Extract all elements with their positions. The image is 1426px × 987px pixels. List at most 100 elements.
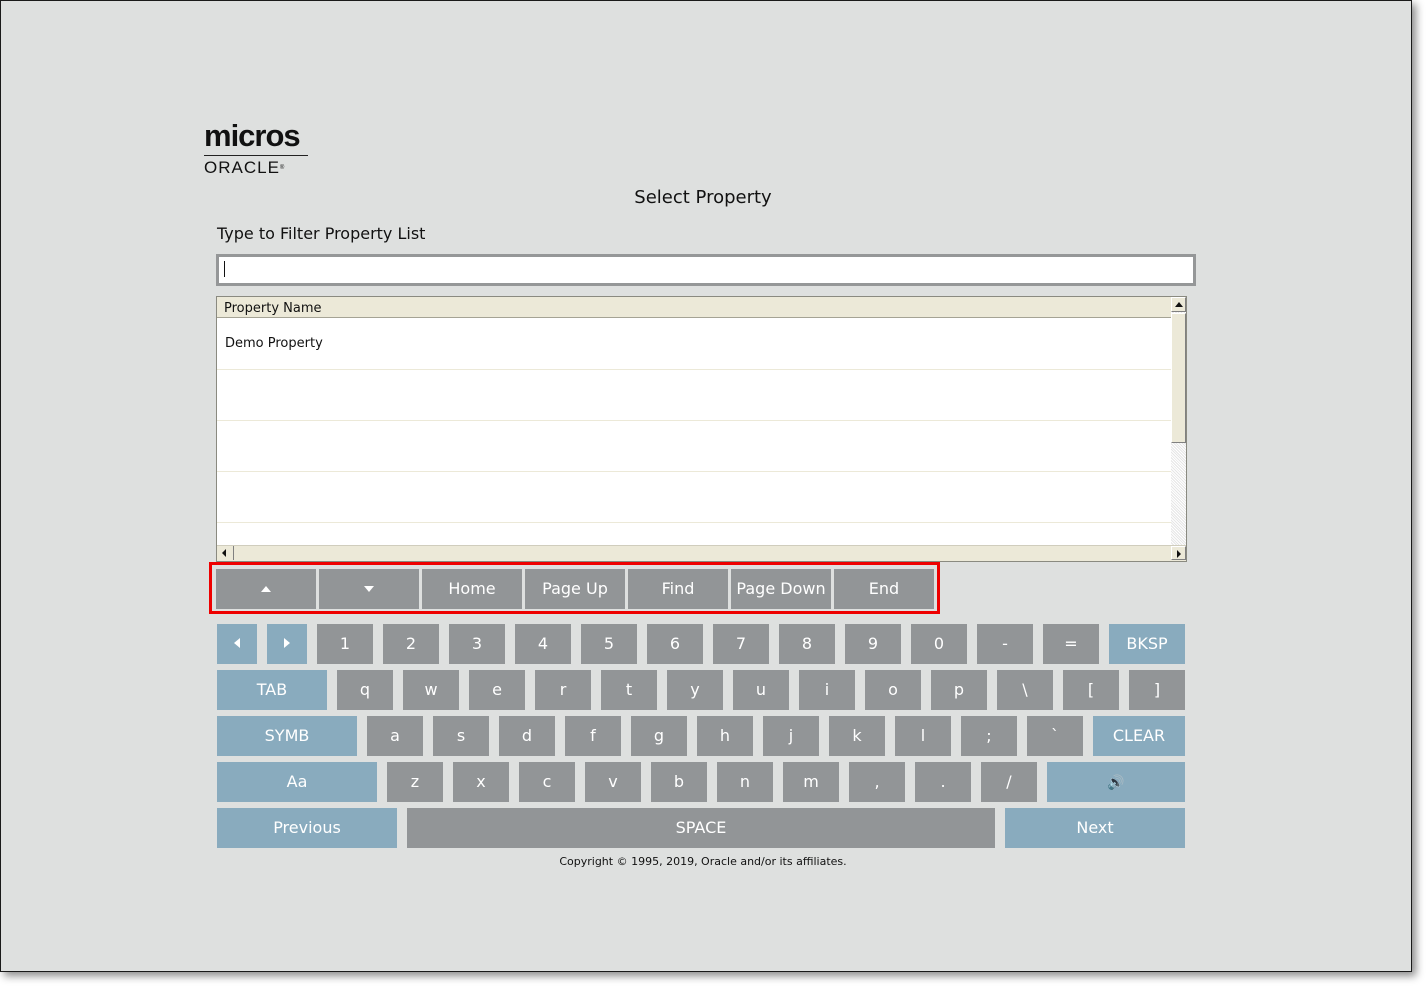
list-navigation-bar: Home Page Up Find Page Down End <box>209 562 940 614</box>
key-symbols[interactable]: SYMB <box>217 716 357 756</box>
vertical-scroll-thumb[interactable] <box>1171 313 1186 443</box>
copyright-notice: Copyright © 1995, 2019, Oracle and/or it… <box>559 855 847 868</box>
list-item[interactable]: Demo Property <box>217 319 1171 370</box>
key-char[interactable]: 3 <box>449 624 505 664</box>
key-char[interactable]: 4 <box>515 624 571 664</box>
key-char[interactable]: 0 <box>911 624 967 664</box>
key-tab[interactable]: TAB <box>217 670 327 710</box>
scroll-up-button[interactable] <box>216 569 316 609</box>
next-button[interactable]: Next <box>1005 808 1185 848</box>
key-char[interactable]: ; <box>961 716 1017 756</box>
list-item[interactable] <box>217 370 1171 421</box>
micros-oracle-logo: micros ORACLE® <box>204 119 314 177</box>
key-char[interactable]: p <box>931 670 987 710</box>
key-char[interactable]: o <box>865 670 921 710</box>
key-char[interactable]: n <box>717 762 773 802</box>
key-clear[interactable]: CLEAR <box>1093 716 1185 756</box>
page-down-button[interactable]: Page Down <box>731 569 831 609</box>
key-char[interactable]: s <box>433 716 489 756</box>
cursor-right-icon <box>284 638 290 648</box>
key-char[interactable]: = <box>1043 624 1099 664</box>
key-char[interactable]: e <box>469 670 525 710</box>
key-char[interactable]: k <box>829 716 885 756</box>
key-char[interactable]: \ <box>997 670 1053 710</box>
key-char[interactable]: - <box>977 624 1033 664</box>
key-char[interactable]: ] <box>1129 670 1185 710</box>
column-header-property-name[interactable]: Property Name <box>217 297 1171 318</box>
arrow-up-icon <box>1175 302 1183 307</box>
page-title: Select Property <box>634 187 772 208</box>
key-char[interactable]: 7 <box>713 624 769 664</box>
property-list-body: Demo Property <box>217 319 1171 546</box>
list-item[interactable] <box>217 523 1171 546</box>
key-char[interactable]: . <box>915 762 971 802</box>
key-char[interactable]: a <box>367 716 423 756</box>
key-char[interactable]: [ <box>1063 670 1119 710</box>
arrow-left-icon <box>222 549 226 557</box>
application-window: micros ORACLE® Select Property Type to F… <box>0 0 1412 972</box>
key-char[interactable]: , <box>849 762 905 802</box>
page-up-button[interactable]: Page Up <box>525 569 625 609</box>
key-cursor-left[interactable] <box>217 624 257 664</box>
speaker-icon: 🔊 <box>1107 775 1125 791</box>
key-char[interactable]: 6 <box>647 624 703 664</box>
key-char[interactable]: 5 <box>581 624 637 664</box>
triangle-up-icon <box>261 586 271 592</box>
key-char[interactable]: v <box>585 762 641 802</box>
filter-input[interactable] <box>216 254 1196 286</box>
home-button[interactable]: Home <box>422 569 522 609</box>
key-char[interactable]: f <box>565 716 621 756</box>
key-char[interactable]: ` <box>1027 716 1083 756</box>
case-toggle-icon: Aa <box>286 772 308 791</box>
triangle-down-icon <box>364 586 374 592</box>
scroll-right-arrow[interactable] <box>1171 546 1186 560</box>
key-sound[interactable]: 🔊 <box>1047 762 1185 802</box>
find-button[interactable]: Find <box>628 569 728 609</box>
end-button[interactable]: End <box>834 569 934 609</box>
horizontal-scrollbar[interactable] <box>217 545 1186 561</box>
key-char[interactable]: w <box>403 670 459 710</box>
list-item[interactable] <box>217 421 1171 472</box>
key-char[interactable]: j <box>763 716 819 756</box>
scroll-left-arrow[interactable] <box>217 546 232 560</box>
logo-company: ORACLE <box>204 158 280 177</box>
key-char[interactable]: r <box>535 670 591 710</box>
key-char[interactable]: 9 <box>845 624 901 664</box>
logo-micros-text: micros <box>204 118 301 153</box>
key-char[interactable]: h <box>697 716 753 756</box>
logo-registered-mark: ® <box>279 165 286 171</box>
key-char[interactable]: g <box>631 716 687 756</box>
key-char[interactable]: z <box>387 762 443 802</box>
key-char[interactable]: 2 <box>383 624 439 664</box>
key-space[interactable]: SPACE <box>407 808 995 848</box>
key-char[interactable]: q <box>337 670 393 710</box>
property-list: Property Name Demo Property <box>216 296 1187 562</box>
horizontal-scroll-thumb[interactable] <box>233 546 1170 560</box>
key-char[interactable]: m <box>783 762 839 802</box>
key-char[interactable]: / <box>981 762 1037 802</box>
key-char[interactable]: d <box>499 716 555 756</box>
cursor-left-icon <box>234 638 240 648</box>
key-char[interactable]: l <box>895 716 951 756</box>
vertical-scrollbar[interactable] <box>1171 297 1186 546</box>
text-caret <box>224 261 225 277</box>
key-char[interactable]: c <box>519 762 575 802</box>
logo-oracle-text: ORACLE® <box>204 159 314 177</box>
key-char[interactable]: 1 <box>317 624 373 664</box>
filter-label: Type to Filter Property List <box>217 224 426 243</box>
key-char[interactable]: 8 <box>779 624 835 664</box>
key-char[interactable]: b <box>651 762 707 802</box>
key-cursor-right[interactable] <box>267 624 307 664</box>
key-char[interactable]: i <box>799 670 855 710</box>
key-char[interactable]: t <box>601 670 657 710</box>
scroll-up-arrow[interactable] <box>1171 297 1186 312</box>
key-case-toggle[interactable]: Aa <box>217 762 377 802</box>
list-item[interactable] <box>217 472 1171 523</box>
scroll-down-button[interactable] <box>319 569 419 609</box>
arrow-right-icon <box>1177 550 1181 558</box>
key-backspace[interactable]: BKSP <box>1109 624 1185 664</box>
key-char[interactable]: u <box>733 670 789 710</box>
previous-button[interactable]: Previous <box>217 808 397 848</box>
key-char[interactable]: y <box>667 670 723 710</box>
key-char[interactable]: x <box>453 762 509 802</box>
